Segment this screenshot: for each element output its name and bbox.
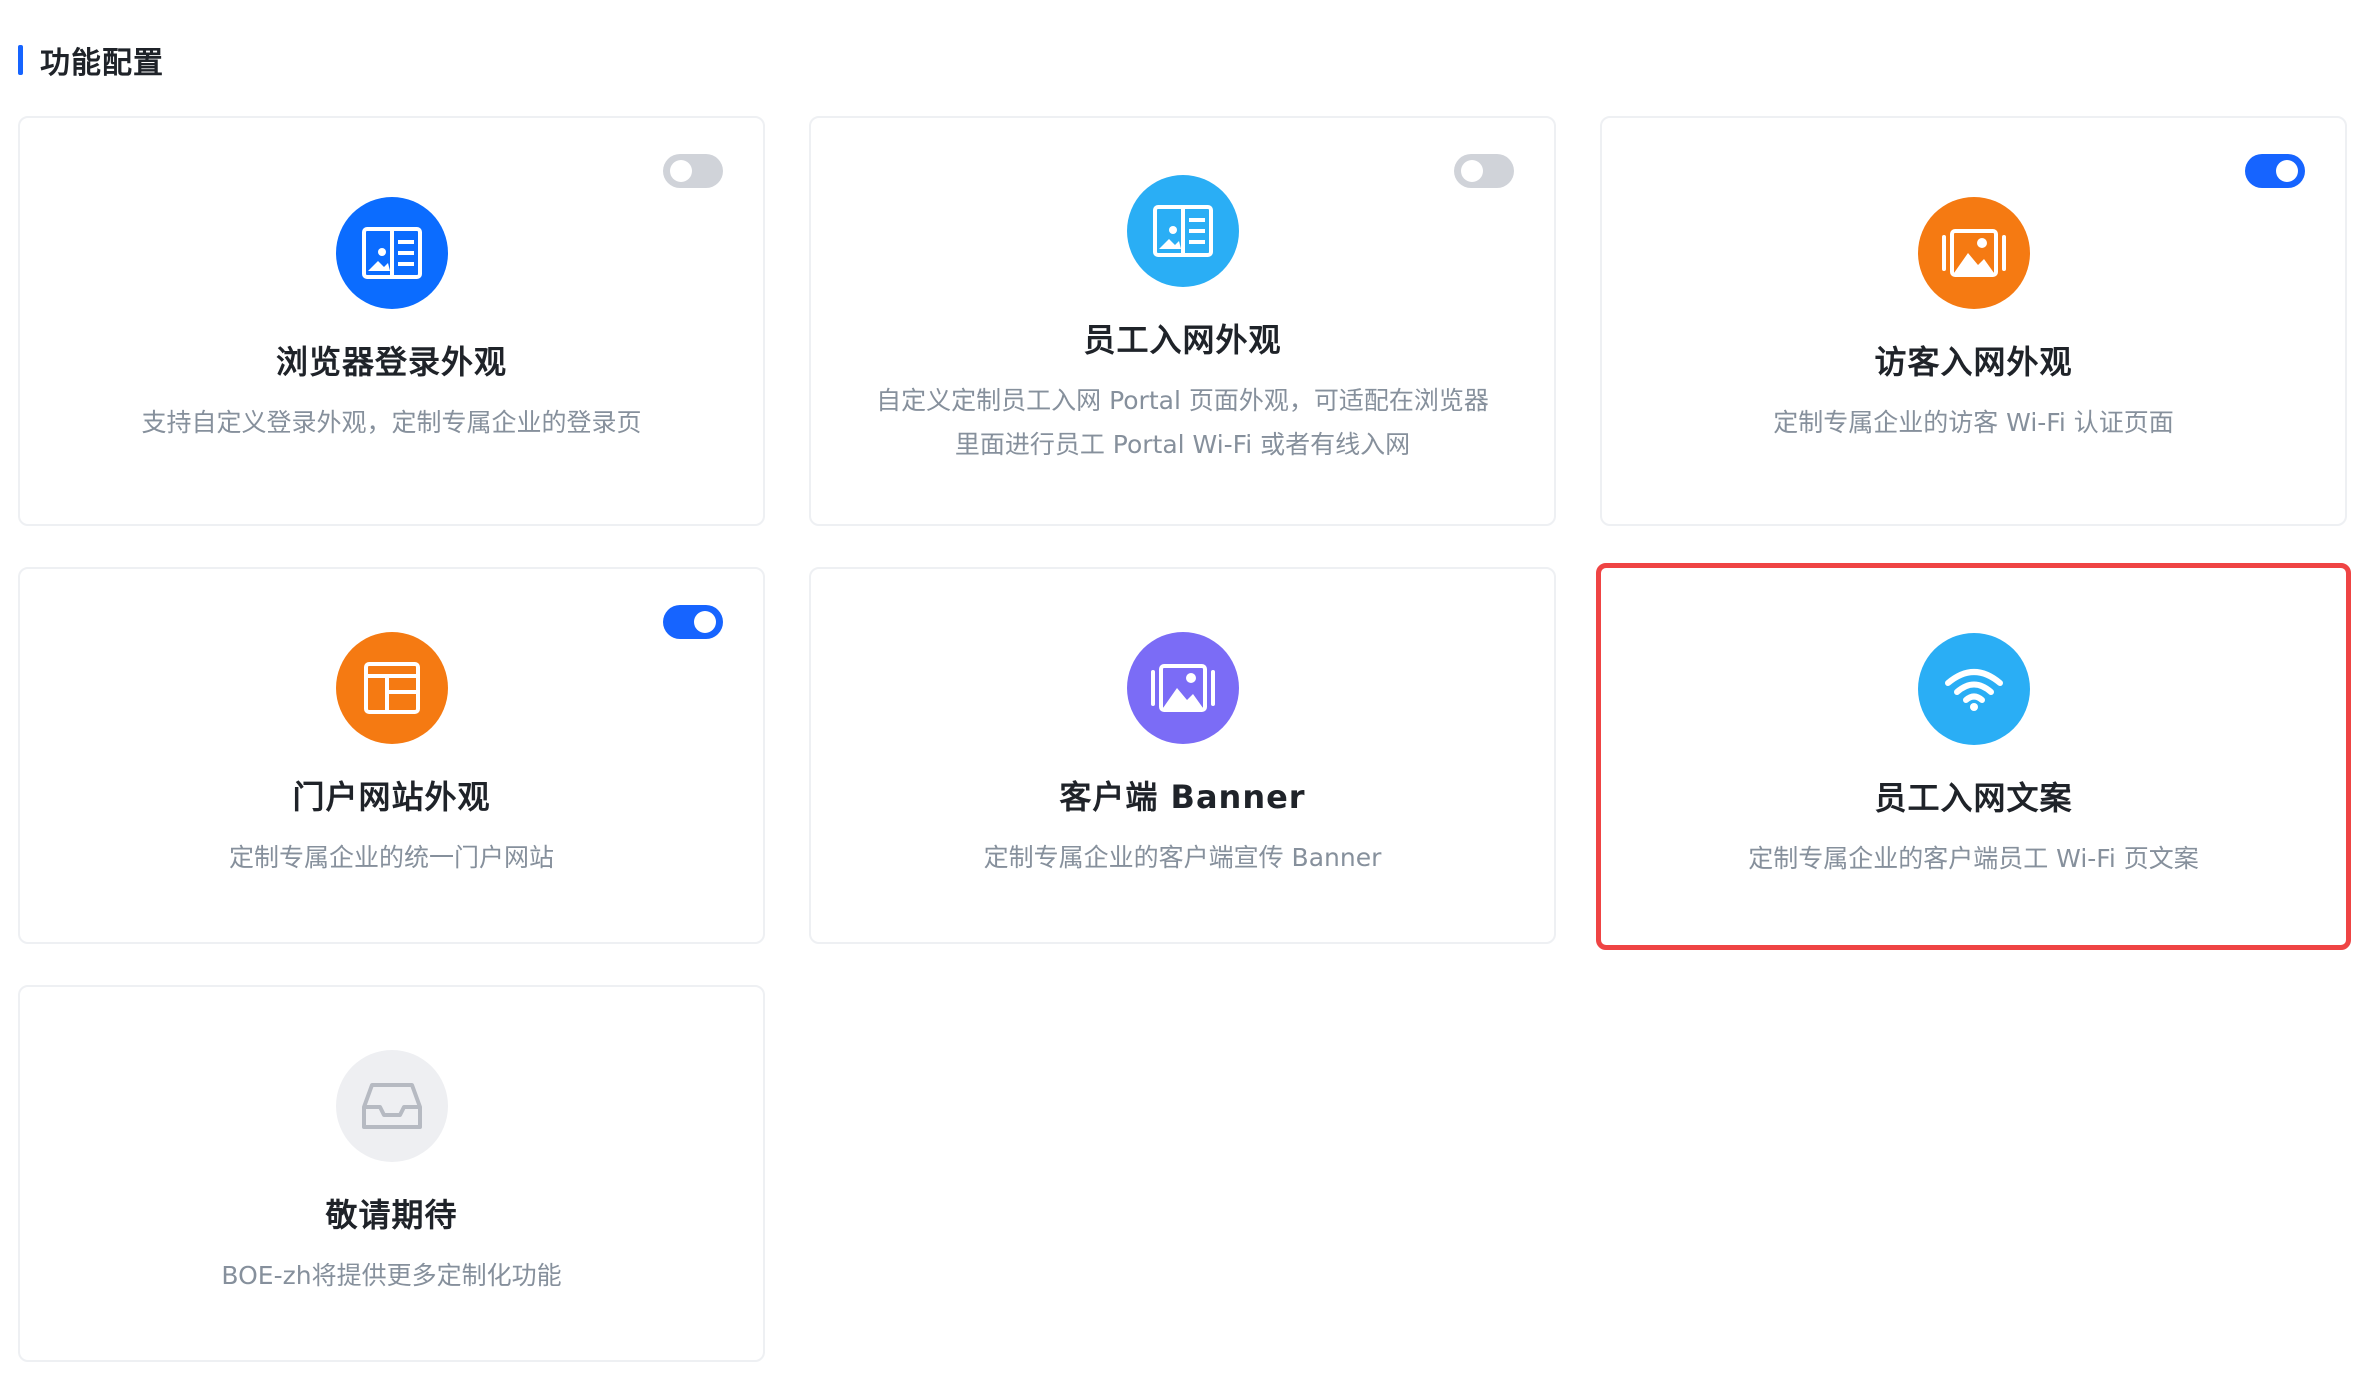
card-description: 定制专属企业的客户端宣传 Banner <box>983 842 1382 872</box>
card-description: BOE-zh将提供更多定制化功能 <box>221 1260 562 1290</box>
card-description: 自定义定制员工入网 Portal 页面外观，可适配在浏览器 里面进行员工 Por… <box>876 386 1489 459</box>
card-portal-website-appearance[interactable]: 门户网站外观 定制专属企业的统一门户网站 <box>18 567 765 944</box>
card-coming-soon: 敬请期待 BOE-zh将提供更多定制化功能 <box>18 985 765 1362</box>
section-accent-bar <box>18 45 23 75</box>
card-employee-network-copy[interactable]: 员工入网文案 定制专属企业的客户端员工 Wi-Fi 页文案 <box>1596 563 2351 950</box>
card-description: 支持自定义登录外观，定制专属企业的登录页 <box>141 408 642 437</box>
card-description: 定制专属企业的访客 Wi-Fi 认证页面 <box>1773 408 2174 437</box>
card-title: 敬请期待 <box>325 1195 458 1234</box>
card-title: 客户端 Banner <box>1059 777 1306 816</box>
card-description: 定制专属企业的客户端员工 Wi-Fi 页文案 <box>1748 843 2199 873</box>
card-title: 浏览器登录外观 <box>275 343 507 381</box>
card-description: 定制专属企业的统一门户网站 <box>228 842 554 872</box>
section-header: 功能配置 <box>18 40 164 81</box>
card-title: 员工入网文案 <box>1874 778 2073 817</box>
card-title: 门户网站外观 <box>292 777 491 816</box>
wifi-icon <box>1917 632 2030 745</box>
section-title: 功能配置 <box>40 46 164 81</box>
layout-icon <box>335 631 448 744</box>
book-open-icon <box>335 197 448 309</box>
card-browser-login-appearance[interactable]: 浏览器登录外观 支持自定义登录外观，定制专属企业的登录页 <box>18 116 765 526</box>
book-open-icon <box>1126 175 1239 287</box>
inbox-icon <box>335 1049 448 1162</box>
card-title: 访客入网外观 <box>1874 343 2073 381</box>
card-client-banner[interactable]: 客户端 Banner 定制专属企业的客户端宣传 Banner <box>809 567 1556 944</box>
card-title: 员工入网外观 <box>1083 321 1282 359</box>
card-visitor-network-appearance[interactable]: 访客入网外观 定制专属企业的访客 Wi-Fi 认证页面 <box>1600 116 2347 526</box>
card-employee-network-appearance[interactable]: 员工入网外观 自定义定制员工入网 Portal 页面外观，可适配在浏览器 里面进… <box>809 116 1556 526</box>
image-gallery-icon <box>1917 197 2030 309</box>
image-gallery-icon <box>1126 631 1239 744</box>
